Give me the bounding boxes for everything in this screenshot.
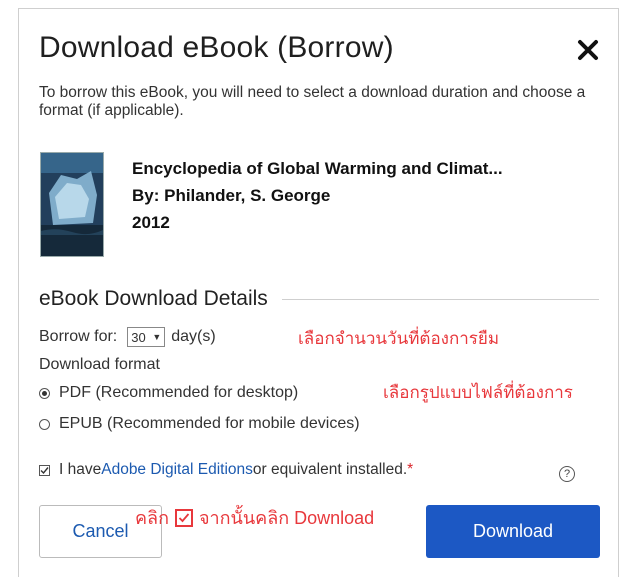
borrow-unit: day(s) [171, 328, 216, 345]
close-icon[interactable] [575, 37, 601, 63]
chevron-down-icon: ▼ [152, 332, 162, 342]
radio-pdf[interactable] [39, 387, 50, 399]
help-icon[interactable]: ? [559, 466, 575, 482]
confirm-checkbox[interactable] [39, 464, 50, 476]
borrow-hint-annotation: เลือกจำนวนวันที่ต้องการยืม [298, 329, 500, 348]
section-divider [281, 298, 599, 300]
confirm-row: I have Adobe Digital Editions or equival… [39, 461, 413, 479]
borrow-label: Borrow for: [39, 328, 118, 345]
format-option-label: EPUB (Recommended for mobile devices) [59, 415, 360, 432]
format-label-row: Download format [39, 356, 160, 374]
click-hint-annotation: คลิก จากนั้นคลิก Download [135, 503, 374, 532]
click-hint-suffix: จากนั้นคลิก Download [198, 508, 375, 528]
book-cover-image [40, 152, 104, 257]
dialog-intro: To borrow this eBook, you will need to s… [39, 84, 586, 119]
download-button[interactable]: Download [426, 505, 600, 558]
dialog-title: Download eBook (Borrow) [39, 31, 394, 64]
check-icon [40, 466, 49, 474]
required-marker: * [407, 461, 414, 478]
format-hint-annotation: เลือกรูปแบบไฟล์ที่ต้องการ [383, 383, 573, 402]
format-option-label: PDF (Recommended for desktop) [59, 384, 299, 401]
checkbox-hint-icon [174, 508, 193, 527]
format-label: Download format [39, 356, 160, 373]
download-details-heading: eBook Download Details [39, 286, 599, 312]
radio-epub[interactable] [39, 418, 50, 430]
book-year: 2012 [132, 213, 170, 232]
borrow-duration-value: 30 [131, 329, 146, 345]
adobe-digital-editions-link[interactable]: Adobe Digital Editions [101, 461, 253, 479]
book-info: Encyclopedia of Global Warming and Clima… [132, 155, 503, 236]
section-title: eBook Download Details [39, 287, 268, 310]
book-title[interactable]: Encyclopedia of Global Warming and Clima… [132, 155, 503, 182]
book-author: By: Philander, S. George [132, 186, 331, 205]
borrow-row: Borrow for: 30 ▼ day(s) [39, 327, 216, 347]
format-option-pdf[interactable]: PDF (Recommended for desktop) [39, 384, 298, 402]
confirm-text-prefix: I have [59, 461, 102, 478]
borrow-duration-select[interactable]: 30 ▼ [127, 327, 166, 347]
download-dialog: Download eBook (Borrow) To borrow this e… [18, 8, 619, 577]
click-hint-prefix: คลิก [135, 508, 169, 528]
format-option-epub[interactable]: EPUB (Recommended for mobile devices) [39, 415, 360, 433]
confirm-text-suffix: or equivalent installed. [252, 461, 408, 478]
